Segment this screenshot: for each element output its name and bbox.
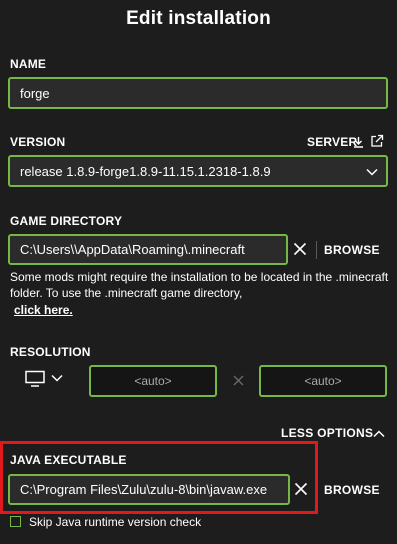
less-options-button[interactable]: LESS OPTIONS [281,426,373,440]
resolution-preset-dropdown[interactable] [25,370,67,390]
times-icon [233,375,244,386]
browse-label: BROWSE [324,483,380,497]
skip-runtime-check-checkbox[interactable] [10,516,21,527]
mods-note: Some mods might require the installation… [10,270,389,300]
server-link[interactable]: SERVER [307,135,357,149]
resolution-width-input[interactable]: <auto> [89,365,217,397]
divider [316,241,317,259]
less-options-label: LESS OPTIONS [281,426,374,440]
browse-game-directory-button[interactable]: BROWSE [324,243,380,257]
name-input-value: forge [20,85,50,101]
clear-icon[interactable] [294,482,308,496]
browse-java-executable-button[interactable]: BROWSE [324,483,380,497]
java-executable-label: JAVA EXECUTABLE [10,453,127,467]
resolution-width-value: <auto> [134,374,172,388]
name-label: NAME [10,57,47,71]
clear-icon[interactable] [293,242,307,256]
skip-runtime-check-label[interactable]: Skip Java runtime version check [29,515,201,529]
version-label: VERSION [10,135,66,149]
version-select[interactable]: release 1.8.9-forge1.8.9-11.15.1.2318-1.… [8,155,388,187]
chevron-up-icon [373,430,385,438]
download-icon[interactable] [353,136,364,148]
name-input[interactable]: forge [8,77,388,109]
chevron-down-icon [366,168,378,176]
server-label: SERVER [307,135,358,149]
click-here-link[interactable]: click here. [14,303,73,317]
page-title: Edit installation [126,8,271,29]
resolution-label: RESOLUTION [10,345,91,359]
chevron-down-icon [51,374,63,382]
browse-label: BROWSE [324,243,380,257]
version-select-value: release 1.8.9-forge1.8.9-11.15.1.2318-1.… [20,163,271,179]
monitor-icon [25,370,45,388]
game-directory-value: C:\Users\\AppData\Roaming\.minecraft [20,242,245,257]
java-executable-input[interactable]: C:\Program Files\Zulu\zulu-8\bin\javaw.e… [8,474,290,505]
external-link-icon[interactable] [370,134,384,148]
game-directory-label: GAME DIRECTORY [10,214,123,228]
resolution-height-value: <auto> [304,374,342,388]
java-executable-value: C:\Program Files\Zulu\zulu-8\bin\javaw.e… [20,482,268,497]
game-directory-input[interactable]: C:\Users\\AppData\Roaming\.minecraft [8,234,288,265]
resolution-height-input[interactable]: <auto> [259,365,387,397]
